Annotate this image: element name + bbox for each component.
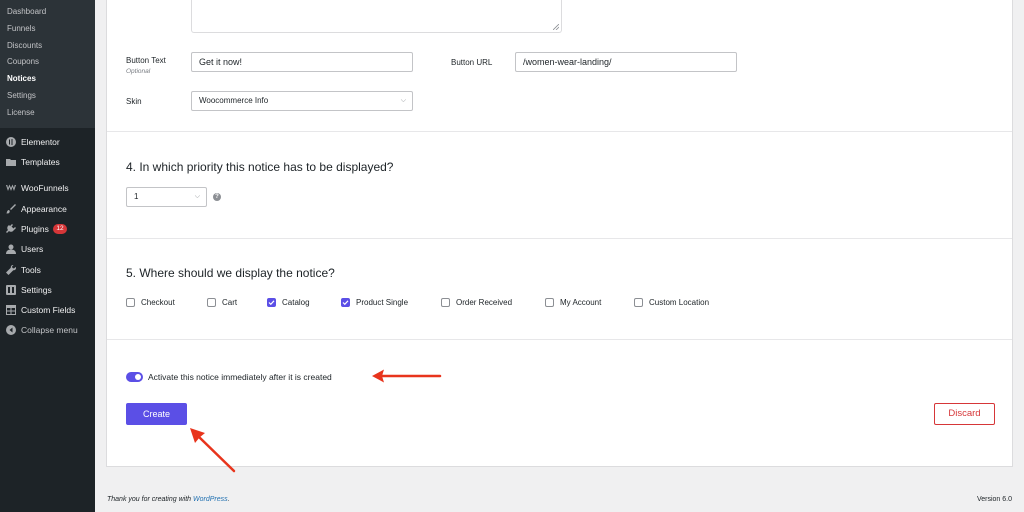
resize-handle-icon[interactable] (553, 24, 559, 30)
section-divider (107, 131, 1012, 132)
notice-form-card: Button Text Optional Get it now! Button … (106, 0, 1013, 467)
activate-toggle[interactable] (126, 372, 143, 382)
checkbox-checkout[interactable]: Checkout (126, 297, 175, 307)
menu-item-appearance[interactable]: Appearance (0, 198, 95, 218)
footer-thanks: Thank you for creating with WordPress. (107, 496, 230, 503)
collapse-icon (6, 325, 16, 336)
woofunnels-submenu: Dashboard Funnels Discounts Coupons Noti… (0, 0, 95, 128)
menu-label: Plugins (21, 223, 49, 234)
checkbox-box[interactable] (441, 297, 450, 307)
menu-item-templates[interactable]: Templates (0, 152, 95, 172)
submenu-notices[interactable]: Notices (0, 71, 95, 88)
menu-label: Elementor (21, 136, 60, 147)
submenu-discounts[interactable]: Discounts (0, 38, 95, 55)
annotation-arrow-icon (372, 369, 442, 383)
checkbox-box[interactable] (545, 297, 554, 307)
annotation-arrow-icon (190, 428, 236, 473)
notice-message-textarea[interactable] (191, 0, 562, 33)
submenu-coupons[interactable]: Coupons (0, 54, 95, 71)
checkbox-box[interactable] (126, 297, 135, 307)
menu-label: Collapse menu (21, 325, 78, 336)
admin-menu: Elementor Templates WooFunnels Appearanc… (0, 128, 95, 341)
checkbox-box[interactable] (207, 297, 216, 307)
skin-select[interactable]: Woocommerce Info ⌵ (191, 91, 413, 111)
plug-icon (6, 223, 16, 234)
menu-item-plugins[interactable]: Plugins 12 (0, 219, 95, 239)
wordpress-link[interactable]: WordPress (193, 496, 228, 503)
discard-button[interactable]: Discard (934, 403, 995, 425)
menu-label: Tools (21, 264, 41, 275)
button-url-label: Button URL (451, 58, 493, 67)
priority-select-value: 1 (134, 192, 139, 201)
submenu-funnels[interactable]: Funnels (0, 21, 95, 38)
checkmark-icon (268, 299, 275, 305)
checkbox-box[interactable] (634, 297, 643, 307)
submenu-dashboard[interactable]: Dashboard (0, 4, 95, 21)
button-url-input[interactable]: /women-wear-landing/ (515, 52, 737, 72)
checkbox-label: Checkout (141, 297, 175, 307)
footer-thanks-suffix: . (227, 496, 230, 503)
chevron-down-icon: ⌵ (400, 97, 406, 104)
checkbox-box-checked[interactable] (341, 297, 350, 307)
create-button[interactable]: Create (126, 403, 187, 425)
checkbox-label: My Account (560, 297, 602, 307)
help-icon[interactable]: ? (213, 193, 221, 201)
elementor-icon (6, 136, 16, 147)
checkbox-label: Product Single (356, 297, 409, 307)
priority-select[interactable]: 1 ⌵ (126, 187, 207, 207)
menu-label: WooFunnels (21, 183, 69, 194)
display-location-heading: 5. Where should we display the notice? (126, 266, 335, 280)
button-text-input[interactable]: Get it now! (191, 52, 413, 72)
checkbox-label: Cart (222, 297, 238, 307)
menu-label: Users (21, 244, 44, 255)
checkbox-product-single[interactable]: Product Single (341, 297, 408, 307)
checkbox-my-account[interactable]: My Account (545, 297, 601, 307)
menu-item-collapse[interactable]: Collapse menu (0, 320, 95, 340)
submenu-license[interactable]: License (0, 105, 95, 122)
admin-sidebar: Dashboard Funnels Discounts Coupons Noti… (0, 0, 95, 512)
section-divider (107, 339, 1012, 340)
menu-label: Settings (21, 284, 52, 295)
menu-label: Custom Fields (21, 305, 76, 316)
chevron-down-icon: ⌵ (194, 193, 200, 200)
checkbox-label: Order Received (456, 297, 513, 307)
checkbox-custom-location[interactable]: Custom Location (634, 297, 709, 307)
woofunnels-icon (6, 183, 16, 193)
checkmark-icon (342, 299, 349, 305)
button-text-label: Button Text (126, 56, 166, 65)
menu-item-woofunnels[interactable]: WooFunnels (0, 178, 95, 198)
checkbox-catalog[interactable]: Catalog (267, 297, 310, 307)
footer-thanks-prefix: Thank you for creating with (107, 496, 193, 503)
priority-heading: 4. In which priority this notice has to … (126, 160, 394, 174)
settings-icon (6, 284, 16, 295)
section-divider (107, 238, 1012, 239)
user-icon (6, 244, 16, 255)
activate-toggle-label: Activate this notice immediately after i… (148, 372, 332, 382)
submenu-settings[interactable]: Settings (0, 88, 95, 105)
skin-label: Skin (126, 97, 142, 106)
menu-label: Appearance (21, 203, 67, 214)
checkbox-order-received[interactable]: Order Received (441, 297, 512, 307)
menu-item-elementor[interactable]: Elementor (0, 132, 95, 152)
menu-item-users[interactable]: Users (0, 239, 95, 259)
folder-icon (6, 157, 16, 167)
checkbox-label: Custom Location (649, 297, 710, 307)
footer-version: Version 6.0 (976, 496, 1012, 503)
checkbox-cart[interactable]: Cart (207, 297, 237, 307)
menu-item-tools[interactable]: Tools (0, 259, 95, 279)
table-icon (6, 305, 16, 316)
plugins-update-badge: 12 (52, 223, 68, 234)
menu-item-custom-fields[interactable]: Custom Fields (0, 300, 95, 320)
toggle-knob (135, 374, 141, 380)
menu-label: Templates (21, 157, 60, 168)
checkbox-box-checked[interactable] (267, 297, 276, 307)
skin-select-value: Woocommerce Info (199, 96, 269, 105)
checkbox-label: Catalog (282, 297, 310, 307)
wrench-icon (6, 264, 16, 275)
menu-item-settings[interactable]: Settings (0, 280, 95, 300)
button-text-optional: Optional (126, 68, 151, 75)
brush-icon (6, 203, 16, 214)
